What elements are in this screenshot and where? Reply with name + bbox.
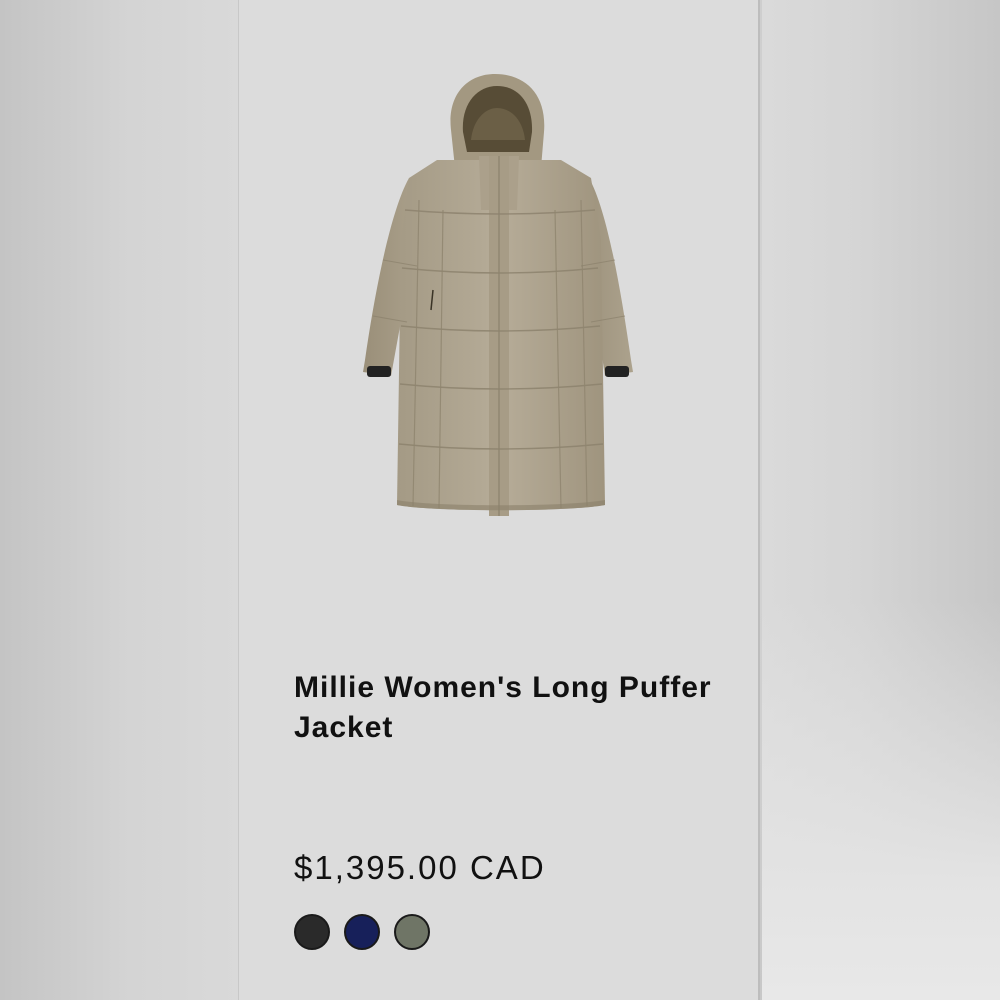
color-swatch-olive[interactable] (394, 914, 430, 950)
color-swatch-navy[interactable] (344, 914, 380, 950)
color-swatch-black[interactable] (294, 914, 330, 950)
background-left-panel (0, 0, 238, 1000)
background-right-lower-panel (762, 600, 1000, 1000)
product-image[interactable] (339, 60, 659, 530)
color-swatches (294, 914, 430, 950)
product-card[interactable]: Millie Women's Long Puffer Jacket $1,395… (238, 0, 760, 1000)
product-price: $1,395.00 CAD (294, 849, 546, 886)
product-title[interactable]: Millie Women's Long Puffer Jacket (294, 668, 714, 748)
